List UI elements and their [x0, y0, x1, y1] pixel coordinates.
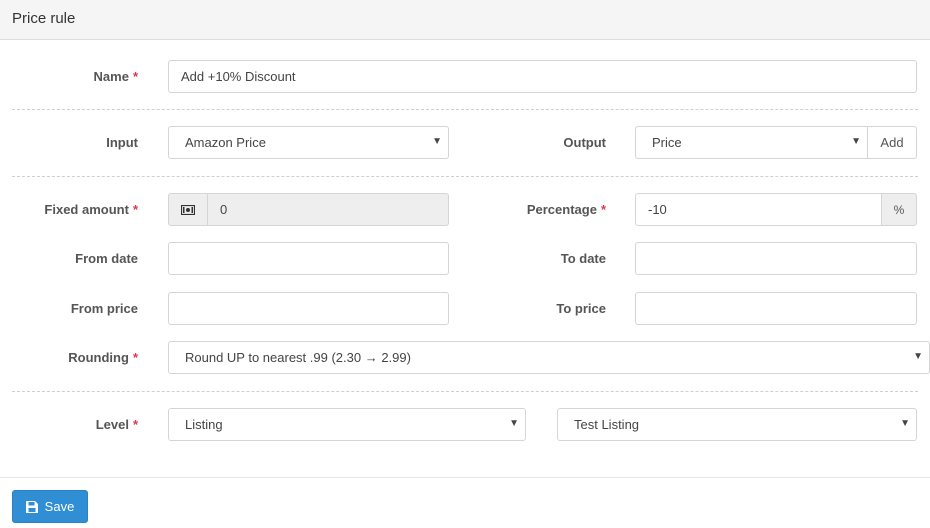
name-input[interactable]: Add +10% Discount — [168, 60, 917, 93]
rounding-label: Rounding * — [40, 350, 138, 365]
to-date-input[interactable] — [635, 242, 917, 275]
level-label-text: Level — [95, 417, 129, 432]
percentage-input[interactable]: -10 — [635, 193, 882, 226]
footer-divider — [0, 477, 930, 478]
input-label-text: Input — [106, 135, 138, 150]
caret-down-icon: ▼ — [900, 418, 910, 429]
percentage-label: Percentage * — [500, 202, 606, 217]
name-label: Name * — [40, 69, 138, 84]
rounding-select-value: Round UP to nearest .99 (2.30 → 2.99) — [185, 350, 411, 365]
output-label-text: Output — [563, 135, 606, 150]
fixed-amount-input[interactable]: 0 — [207, 193, 449, 226]
to-price-label: To price — [500, 301, 606, 316]
caret-down-icon: ▼ — [851, 136, 861, 147]
to-price-input[interactable] — [635, 292, 917, 325]
divider — [12, 176, 918, 177]
save-button[interactable]: Save — [12, 490, 88, 523]
level-label: Level * — [40, 417, 138, 432]
from-date-input[interactable] — [168, 242, 449, 275]
divider — [12, 391, 918, 392]
required-mark: * — [132, 417, 138, 432]
output-add-button[interactable]: Add — [867, 126, 917, 159]
from-date-label: From date — [40, 251, 138, 266]
money-icon — [168, 193, 208, 226]
name-input-value: Add +10% Discount — [181, 69, 296, 84]
required-mark: * — [132, 350, 138, 365]
percentage-value: -10 — [648, 202, 667, 217]
percent-addon-text: % — [893, 202, 905, 217]
from-price-label: From price — [40, 301, 138, 316]
to-date-label-text: To date — [560, 251, 606, 266]
rounding-label-text: Rounding — [68, 350, 129, 365]
percentage-label-text: Percentage — [526, 202, 597, 217]
input-select[interactable]: Amazon Price ▼ — [168, 126, 449, 159]
output-select[interactable]: Price ▼ — [635, 126, 868, 159]
to-price-label-text: To price — [556, 301, 606, 316]
caret-down-icon: ▼ — [913, 351, 923, 362]
input-select-value: Amazon Price — [185, 135, 266, 150]
caret-down-icon: ▼ — [509, 418, 519, 429]
level-select[interactable]: Listing ▼ — [168, 408, 526, 441]
level-select-value: Listing — [185, 417, 223, 432]
level-target-select[interactable]: Test Listing ▼ — [557, 408, 917, 441]
percent-addon: % — [881, 193, 917, 226]
output-add-label: Add — [880, 135, 904, 150]
divider — [12, 109, 918, 110]
panel-header: Price rule — [0, 0, 930, 40]
fixed-amount-value: 0 — [220, 202, 228, 217]
to-date-label: To date — [500, 251, 606, 266]
rounding-select[interactable]: Round UP to nearest .99 (2.30 → 2.99) ▼ — [168, 341, 930, 374]
input-label: Input — [40, 135, 138, 150]
save-label: Save — [44, 499, 75, 514]
name-label-text: Name — [93, 69, 129, 84]
required-mark: * — [132, 69, 138, 84]
from-price-input[interactable] — [168, 292, 449, 325]
from-price-label-text: From price — [70, 301, 138, 316]
required-mark: * — [132, 202, 138, 217]
fixed-amount-label: Fixed amount * — [20, 202, 138, 217]
from-date-label-text: From date — [75, 251, 138, 266]
caret-down-icon: ▼ — [432, 136, 442, 147]
output-label: Output — [500, 135, 606, 150]
floppy-disk-icon — [25, 500, 38, 513]
level-target-select-value: Test Listing — [574, 417, 640, 432]
output-select-value: Price — [652, 135, 682, 150]
required-mark: * — [600, 202, 606, 217]
panel-title: Price rule — [12, 10, 76, 27]
fixed-amount-label-text: Fixed amount — [44, 202, 129, 217]
